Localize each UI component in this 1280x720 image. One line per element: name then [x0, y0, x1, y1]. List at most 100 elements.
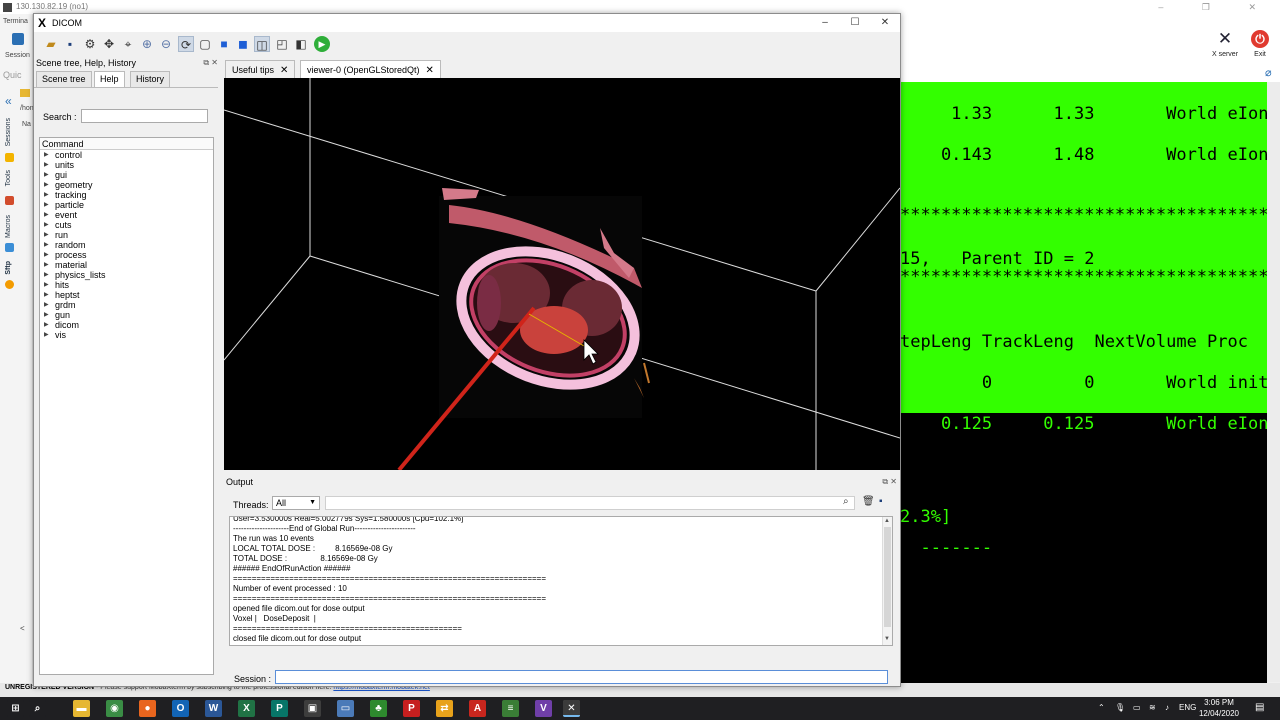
scroll-up-icon[interactable]: ▲: [884, 518, 890, 524]
minimize-button[interactable]: –: [810, 14, 840, 32]
language-indicator[interactable]: ENG: [1179, 703, 1196, 712]
output-text-area[interactable]: User=3.530000s Real=5.002779s Sys=1.5800…: [229, 516, 893, 646]
tab-viewer-0[interactable]: viewer-0 (OpenGLStoredQt) ✕: [300, 60, 441, 79]
expand-arrow-icon[interactable]: ▶: [44, 160, 49, 170]
tree-item-control[interactable]: ▶ control: [40, 150, 213, 160]
tree-item-physics_lists[interactable]: ▶ physics_lists: [40, 270, 213, 280]
search-input[interactable]: [81, 109, 208, 123]
tab-useful-tips[interactable]: Useful tips ✕: [225, 60, 296, 79]
tree-item-particle[interactable]: ▶ particle: [40, 200, 213, 210]
tree-item-vis[interactable]: ▶ vis: [40, 330, 213, 340]
clock[interactable]: 3:06 PM 12/04/2020: [1198, 697, 1240, 719]
tree-item-cuts[interactable]: ▶ cuts: [40, 220, 213, 230]
session-input[interactable]: [275, 670, 888, 684]
tab-help[interactable]: Help: [94, 71, 125, 88]
tree-item-hits[interactable]: ▶ hits: [40, 280, 213, 290]
volume-icon[interactable]: ♪: [1165, 703, 1169, 712]
word-icon[interactable]: W: [205, 700, 222, 717]
chrome-icon[interactable]: ◉: [106, 700, 123, 717]
tree-item-process[interactable]: ▶ process: [40, 250, 213, 260]
network-icon[interactable]: ≋: [1149, 703, 1156, 712]
search-icon[interactable]: ⌕: [29, 700, 46, 717]
exit-button[interactable]: ⏻ Exit: [1240, 30, 1280, 58]
tree-item-dicom[interactable]: ▶ dicom: [40, 320, 213, 330]
collapse-sidebar-icon[interactable]: «: [5, 94, 12, 108]
run-beam-icon[interactable]: ▶: [314, 36, 330, 52]
x-app-icon[interactable]: ✕: [563, 700, 580, 717]
expand-arrow-icon[interactable]: ▶: [44, 150, 49, 160]
pick-icon[interactable]: ⌖: [120, 36, 136, 52]
opengl-viewer[interactable]: [224, 78, 900, 470]
tray-chevron-icon[interactable]: ⌃: [1098, 703, 1105, 712]
microphone-icon[interactable]: 🎙: [1115, 703, 1125, 712]
terminal-label[interactable]: Termina: [3, 18, 28, 25]
tree-item-grdm[interactable]: ▶ grdm: [40, 300, 213, 310]
expand-arrow-icon[interactable]: ▶: [44, 230, 49, 240]
save-icon[interactable]: ▪: [62, 36, 78, 52]
hidden-line-icon[interactable]: ■: [216, 36, 232, 52]
expand-arrow-icon[interactable]: ▶: [44, 210, 49, 220]
tab-scene-tree[interactable]: Scene tree: [36, 71, 92, 87]
open-icon[interactable]: ▰: [43, 36, 59, 52]
output-float-close-icons[interactable]: ⧉ ✕: [882, 477, 897, 487]
expand-arrow-icon[interactable]: ▶: [44, 250, 49, 260]
wireframe-icon[interactable]: ▢: [197, 36, 213, 52]
ortho-icon[interactable]: ◰: [274, 36, 290, 52]
save-output-icon[interactable]: ▪: [879, 496, 883, 507]
tools-vtab[interactable]: Tools: [5, 170, 15, 186]
expand-arrow-icon[interactable]: ▶: [44, 300, 49, 310]
close-tab-icon[interactable]: ✕: [426, 65, 434, 76]
mobaxterm-window-controls[interactable]: ‒ ❐ ✕: [1158, 0, 1274, 14]
attach-icon[interactable]: ⌀: [1265, 66, 1272, 79]
expand-arrow-icon[interactable]: ▶: [44, 330, 49, 340]
expand-arrow-icon[interactable]: ▶: [44, 190, 49, 200]
settings-icon[interactable]: ⚙: [82, 36, 98, 52]
outlook-icon[interactable]: O: [172, 700, 189, 717]
move-icon[interactable]: ✥: [101, 36, 117, 52]
expand-arrow-icon[interactable]: ▶: [44, 280, 49, 290]
dock-float-close-icons[interactable]: ⧉ ✕: [203, 58, 218, 68]
notification-icon[interactable]: ▤: [1255, 702, 1264, 713]
publisher-icon[interactable]: P: [271, 700, 288, 717]
expand-arrow-icon[interactable]: ▶: [44, 310, 49, 320]
session-label[interactable]: Session: [5, 52, 30, 59]
close-button[interactable]: ✕: [870, 14, 900, 32]
tree-item-tracking[interactable]: ▶ tracking: [40, 190, 213, 200]
visual-studio-icon[interactable]: V: [535, 700, 552, 717]
tree-item-heptst[interactable]: ▶ heptst: [40, 290, 213, 300]
zoom-in-icon[interactable]: ⊕: [139, 36, 155, 52]
teamviewer-icon[interactable]: ⇄: [436, 700, 453, 717]
excel-icon[interactable]: X: [238, 700, 255, 717]
scroll-down-icon[interactable]: ▼: [884, 636, 890, 642]
quick-connect-label[interactable]: Quic: [3, 70, 22, 80]
maximize-button[interactable]: ☐: [840, 14, 870, 32]
scroll-left-icon[interactable]: <: [20, 624, 25, 633]
expand-arrow-icon[interactable]: ▶: [44, 180, 49, 190]
expand-arrow-icon[interactable]: ▶: [44, 270, 49, 280]
tree-item-units[interactable]: ▶ units: [40, 160, 213, 170]
terminal-scrollbar[interactable]: [1267, 82, 1280, 682]
close-tab-icon[interactable]: ✕: [280, 65, 288, 76]
expand-arrow-icon[interactable]: ▶: [44, 320, 49, 330]
output-filter-input[interactable]: [325, 496, 855, 510]
terminal-output[interactable]: 1.33 1.33 World eIon 0.143 1.48 World eI…: [900, 82, 1267, 683]
perspective-icon[interactable]: ◫: [254, 36, 270, 52]
solid-icon[interactable]: ◼: [235, 36, 251, 52]
trash-icon[interactable]: 🗑: [862, 496, 875, 507]
tree-item-random[interactable]: ▶ random: [40, 240, 213, 250]
surface-icon[interactable]: ◧: [293, 36, 309, 52]
file-explorer-icon[interactable]: ▬: [73, 700, 90, 717]
firefox-icon[interactable]: ●: [139, 700, 156, 717]
tree-item-event[interactable]: ▶ event: [40, 210, 213, 220]
tree-item-gun[interactable]: ▶ gun: [40, 310, 213, 320]
macros-vtab[interactable]: Macros: [5, 215, 15, 238]
pdf-icon[interactable]: A: [469, 700, 486, 717]
expand-arrow-icon[interactable]: ▶: [44, 240, 49, 250]
tree-item-gui[interactable]: ▶ gui: [40, 170, 213, 180]
threads-select[interactable]: All ▼: [272, 496, 320, 510]
scroll-thumb[interactable]: [884, 527, 891, 627]
expand-arrow-icon[interactable]: ▶: [44, 200, 49, 210]
acrobat-icon[interactable]: P: [403, 700, 420, 717]
tree-app-icon[interactable]: ♣: [370, 700, 387, 717]
sftp-vtab[interactable]: Sftp: [5, 261, 15, 275]
